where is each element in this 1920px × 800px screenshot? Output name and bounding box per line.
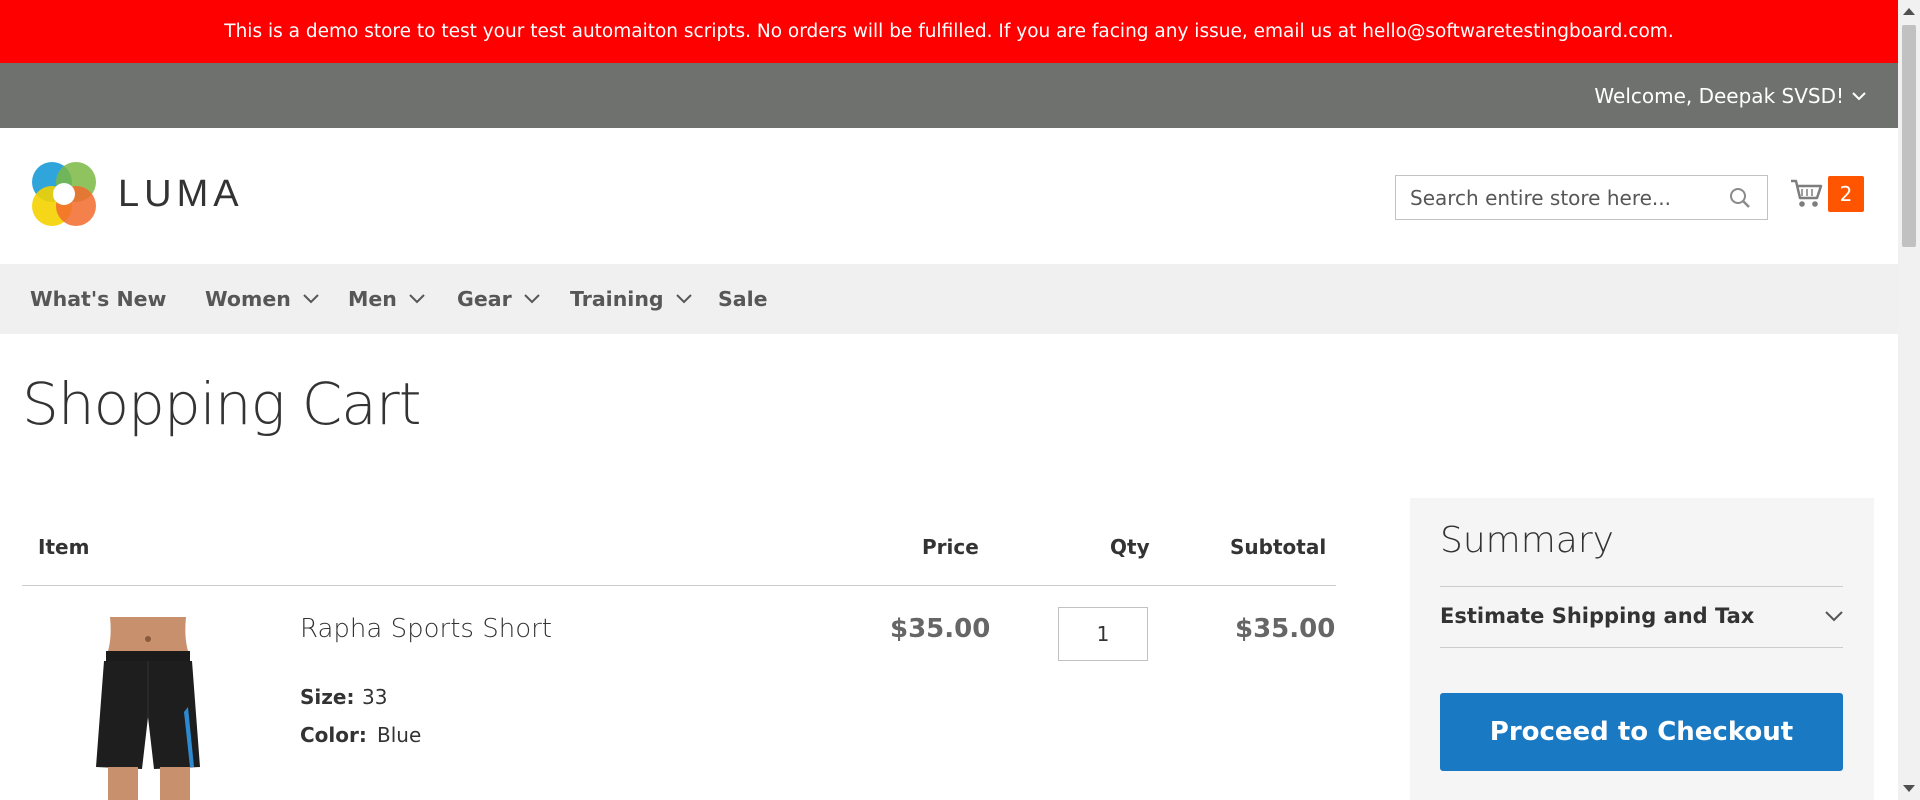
option-label-color: Color: <box>300 723 367 747</box>
page-scrollbar[interactable] <box>1898 0 1920 800</box>
chevron-down-icon <box>1825 610 1843 621</box>
chevron-down-icon <box>409 294 425 304</box>
main-navigation: What's New Women Men Gear Training Sale <box>0 264 1898 334</box>
estimate-shipping-label: Estimate Shipping and Tax <box>1440 604 1755 628</box>
column-header-qty: Qty <box>1110 535 1150 559</box>
cart-summary: Summary Estimate Shipping and Tax Procee… <box>1410 498 1874 800</box>
nav-item-gear[interactable]: Gear <box>457 264 540 334</box>
search-icon[interactable] <box>1729 187 1751 209</box>
item-subtotal: $35.00 <box>1235 614 1336 644</box>
nav-item-label: Gear <box>457 287 512 311</box>
product-name-link[interactable]: Rapha Sports Short <box>300 614 552 644</box>
summary-title: Summary <box>1440 520 1614 561</box>
column-header-item: Item <box>38 535 90 559</box>
nav-item-women[interactable]: Women <box>205 264 319 334</box>
luma-logo[interactable]: LUMA <box>30 160 244 228</box>
site-header: LUMA 2 <box>0 128 1898 264</box>
product-image[interactable] <box>90 617 207 800</box>
banner-text: This is a demo store to test your test a… <box>224 21 1674 42</box>
demo-store-banner: This is a demo store to test your test a… <box>0 0 1898 63</box>
item-price: $35.00 <box>890 614 991 644</box>
chevron-down-icon <box>523 294 540 304</box>
page-title: Shopping Cart <box>22 370 421 438</box>
scroll-up-arrow-icon[interactable] <box>1903 8 1915 15</box>
option-value-color: Blue <box>377 723 422 747</box>
table-divider <box>22 585 1336 586</box>
logo-text: LUMA <box>118 172 244 215</box>
scrollbar-thumb[interactable] <box>1902 25 1916 247</box>
top-bar: Welcome, Deepak SVSD! <box>0 63 1898 128</box>
qty-input[interactable] <box>1058 607 1148 661</box>
column-header-subtotal: Subtotal <box>1230 535 1327 559</box>
scroll-down-arrow-icon[interactable] <box>1903 785 1915 792</box>
nav-item-whats-new[interactable]: What's New <box>30 264 166 334</box>
cart-count-badge: 2 <box>1828 176 1864 212</box>
search-input[interactable] <box>1396 176 1734 219</box>
chevron-down-icon <box>303 294 319 304</box>
chevron-down-icon <box>675 294 692 304</box>
summary-divider <box>1440 647 1843 648</box>
chevron-down-icon <box>1852 91 1866 100</box>
search-box <box>1395 175 1768 220</box>
proceed-to-checkout-button[interactable]: Proceed to Checkout <box>1440 693 1843 771</box>
nav-item-label: Men <box>348 287 397 311</box>
welcome-text: Welcome, Deepak SVSD! <box>1594 83 1844 108</box>
nav-item-men[interactable]: Men <box>348 264 425 334</box>
column-header-price: Price <box>922 535 979 559</box>
nav-item-label: Women <box>205 287 291 311</box>
nav-item-sale[interactable]: Sale <box>718 264 768 334</box>
nav-item-label: What's New <box>30 287 167 311</box>
nav-item-label: Sale <box>718 287 768 311</box>
luma-logo-icon <box>32 162 96 226</box>
minicart-button[interactable]: 2 <box>1790 176 1864 212</box>
estimate-shipping-toggle[interactable]: Estimate Shipping and Tax <box>1440 586 1843 646</box>
customer-welcome-menu[interactable]: Welcome, Deepak SVSD! <box>1594 63 1866 128</box>
nav-item-label: Training <box>570 287 664 311</box>
shopping-cart-icon <box>1791 179 1823 207</box>
option-value-size: 33 <box>362 685 388 709</box>
option-label-size: Size: <box>300 685 355 709</box>
nav-item-training[interactable]: Training <box>570 264 692 334</box>
product-shorts-image <box>90 617 207 800</box>
